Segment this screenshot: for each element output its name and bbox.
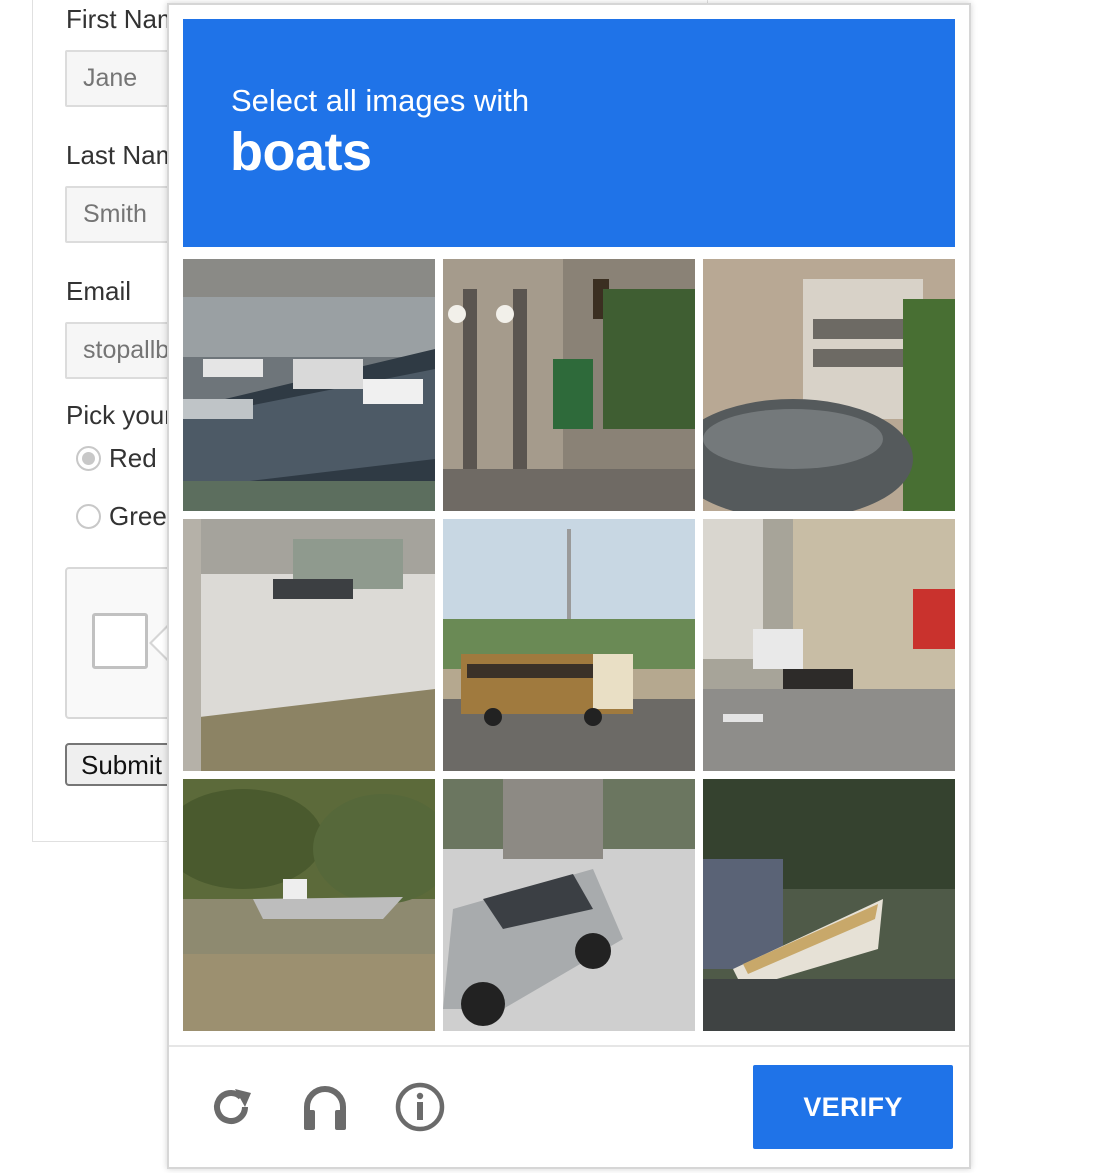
image-grid (183, 259, 955, 1031)
radio-red-label: Red (109, 442, 157, 473)
image-tile-garage-car[interactable] (703, 259, 955, 511)
image-tile-boat-in-bushes[interactable] (183, 779, 435, 1031)
image-tile-street-lamps-building[interactable] (443, 259, 695, 511)
recaptcha-checkbox[interactable] (92, 613, 148, 669)
image-challenge-popup: Select all images with boats VERIFY (167, 3, 971, 1169)
verify-button[interactable]: VERIFY (753, 1065, 953, 1149)
challenge-header: Select all images with boats (183, 19, 955, 247)
image-tile-silver-suv-street[interactable] (443, 779, 695, 1031)
image-tile-school-bus-road[interactable] (443, 519, 695, 771)
challenge-instruction: Select all images with (231, 83, 530, 118)
info-icon[interactable] (394, 1081, 446, 1133)
image-tile-harbor-marina[interactable] (183, 259, 435, 511)
radio-red[interactable] (76, 445, 101, 471)
image-tile-snowy-field-houses[interactable] (183, 519, 435, 771)
image-tile-boat-on-trailer[interactable] (703, 779, 955, 1031)
audio-icon[interactable] (299, 1081, 351, 1133)
footer-divider (169, 1045, 969, 1047)
radio-option-red[interactable]: Red (76, 442, 157, 473)
challenge-target: boats (230, 122, 372, 182)
radio-green[interactable] (76, 503, 101, 529)
reload-icon[interactable] (205, 1081, 257, 1133)
image-tile-city-street-motorbikes[interactable] (703, 519, 955, 771)
email-label: Email (66, 276, 132, 306)
radio-option-green[interactable]: Green (76, 501, 181, 531)
